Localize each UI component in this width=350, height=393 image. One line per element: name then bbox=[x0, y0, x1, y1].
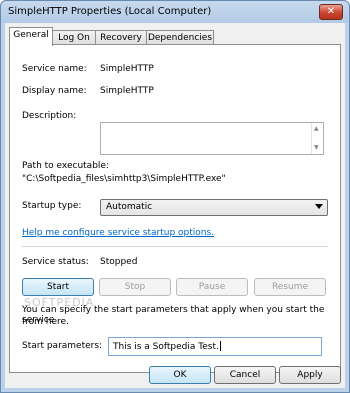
tab-general[interactable]: General bbox=[9, 27, 53, 46]
help-link[interactable]: Help me configure service startup option… bbox=[22, 228, 214, 238]
resume-button[interactable]: Resume bbox=[254, 278, 326, 296]
apply-button[interactable]: Apply bbox=[279, 366, 341, 384]
service-name-label: Service name: bbox=[22, 64, 87, 74]
start-params-text: This is a Softpedia Test. bbox=[113, 341, 221, 352]
start-button[interactable]: Start bbox=[22, 278, 94, 296]
service-status-label: Service status: bbox=[22, 257, 89, 267]
service-name-value: SimpleHTTP bbox=[100, 64, 154, 74]
display-name-label: Display name: bbox=[22, 86, 87, 96]
window-title: SimpleHTTP Properties (Local Computer) bbox=[8, 6, 212, 17]
startup-type-label: Startup type: bbox=[22, 201, 82, 211]
title-bar[interactable]: SimpleHTTP Properties (Local Computer) ✕ bbox=[1, 1, 349, 23]
startup-type-value: Automatic bbox=[106, 202, 153, 212]
startup-type-select[interactable]: Automatic bbox=[100, 199, 328, 216]
ok-button[interactable]: OK bbox=[149, 366, 211, 384]
description-scrollbar[interactable]: ▲ ▼ bbox=[311, 123, 323, 154]
close-button[interactable]: ✕ bbox=[319, 4, 343, 20]
cancel-button[interactable]: Cancel bbox=[214, 366, 276, 384]
display-name-value: SimpleHTTP bbox=[100, 86, 154, 96]
path-label: Path to executable: bbox=[22, 161, 109, 171]
general-panel: Service name: SimpleHTTP Display name: S… bbox=[9, 44, 341, 373]
dialog-body: General Log On Recovery Dependencies Ser… bbox=[5, 23, 345, 388]
scroll-down-icon[interactable]: ▼ bbox=[314, 144, 319, 151]
description-label: Description: bbox=[22, 111, 77, 121]
path-value: "C:\Softpedia_files\simhttp3\SimpleHTTP.… bbox=[22, 174, 226, 184]
start-params-hint-line1: You can specify the start parameters tha… bbox=[22, 305, 325, 325]
chevron-down-icon bbox=[315, 204, 323, 209]
start-params-input[interactable]: This is a Softpedia Test. bbox=[108, 337, 322, 356]
start-params-label: Start parameters: bbox=[22, 341, 103, 351]
description-box[interactable]: ▲ ▼ bbox=[100, 122, 324, 155]
scroll-up-icon[interactable]: ▲ bbox=[314, 125, 319, 132]
close-icon: ✕ bbox=[326, 6, 336, 17]
properties-dialog: SimpleHTTP Properties (Local Computer) ✕… bbox=[0, 0, 350, 393]
divider bbox=[22, 246, 328, 247]
start-params-hint-line2: from here. bbox=[22, 317, 69, 327]
pause-button[interactable]: Pause bbox=[176, 278, 248, 296]
stop-button[interactable]: Stop bbox=[99, 278, 171, 296]
service-status-value: Stopped bbox=[100, 257, 138, 267]
